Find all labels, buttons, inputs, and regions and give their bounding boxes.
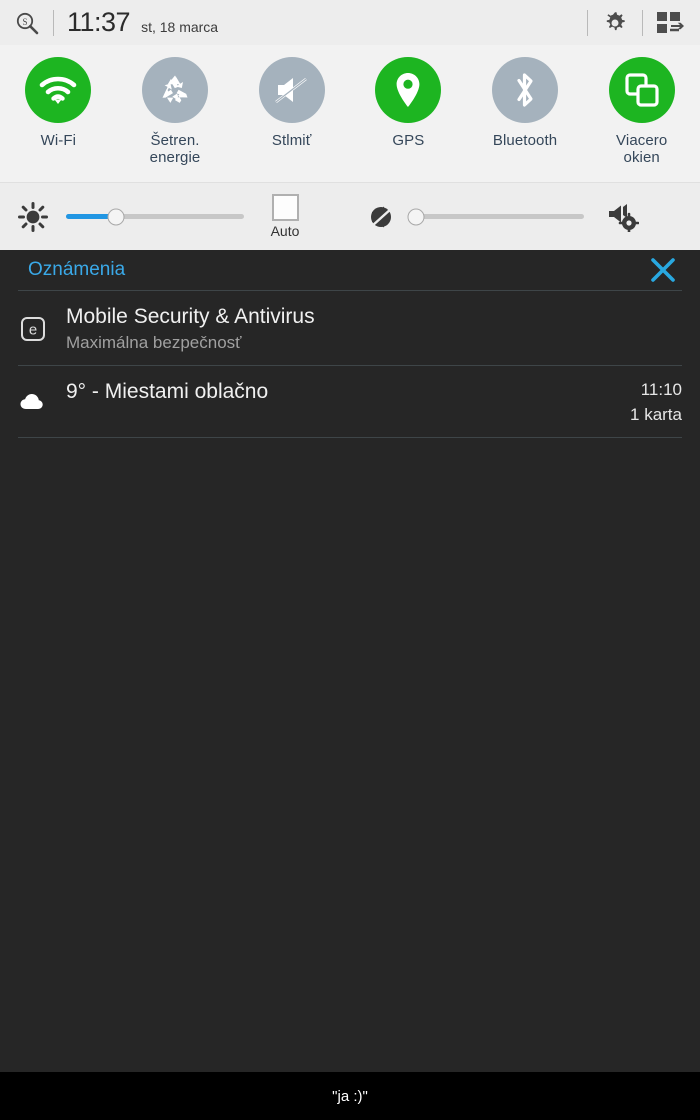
- close-x-icon[interactable]: [644, 251, 682, 289]
- toggle-power-saving-label: Šetren. energie: [149, 132, 201, 167]
- toggle-multi-window[interactable]: Viacero okien: [583, 57, 700, 167]
- wifi-icon: [40, 76, 77, 104]
- notification-item-weather[interactable]: 9° - Miestami oblačno 11:10 1 karta: [0, 366, 700, 437]
- notification-weather-meta: 11:10 1 karta: [630, 378, 682, 425]
- notification-shade-screen: S 11:37 st, 18 marca Wi-Fi Šetren. energ…: [0, 0, 700, 1120]
- status-date: st, 18 marca: [141, 18, 219, 35]
- sound-settings-icon[interactable]: [590, 202, 656, 232]
- toggle-gps[interactable]: GPS: [350, 57, 467, 149]
- brightness-group: Auto: [0, 194, 350, 239]
- toggle-gps-label: GPS: [392, 132, 425, 149]
- notification-empty-area: [0, 438, 700, 1072]
- volume-group: [350, 202, 700, 232]
- toggle-power-saving-circle: [142, 57, 208, 123]
- notification-weather-body: 9° - Miestami oblačno: [66, 378, 630, 405]
- status-clock: 11:37: [67, 7, 131, 37]
- status-divider-left: [53, 9, 54, 36]
- search-magnifier-icon[interactable]: S: [14, 10, 40, 36]
- svg-text:S: S: [22, 17, 27, 27]
- svg-text:e: e: [29, 322, 37, 339]
- multi-window-icon: [625, 73, 659, 107]
- toggle-mute-circle: [258, 57, 325, 123]
- quick-settings-grid-icon[interactable]: [656, 10, 686, 36]
- notification-weather-cards: 1 karta: [630, 405, 682, 425]
- notification-weather-title: 9° - Miestami oblačno: [66, 380, 269, 404]
- notification-panel: Oznámenia e Mobile Security & Antivirus …: [0, 250, 700, 1072]
- cloud-weather-icon: [0, 378, 66, 411]
- notification-security-subtitle: Maximálna bezpečnosť: [66, 333, 242, 353]
- toggle-gps-circle: [375, 57, 442, 123]
- power-saving-recycle-icon: [162, 75, 188, 103]
- notification-security-body: Mobile Security & Antivirus Maximálna be…: [66, 303, 682, 353]
- notification-weather-time: 11:10: [640, 380, 682, 400]
- toggle-bluetooth-circle: [492, 57, 559, 123]
- slider-row: Auto: [0, 182, 700, 250]
- bottom-bar-text: "ja :)": [332, 1087, 368, 1105]
- location-pin-icon: [396, 73, 420, 107]
- brightness-slider-thumb[interactable]: [107, 208, 125, 225]
- status-bar: S 11:37 st, 18 marca: [0, 0, 700, 45]
- status-bar-left: S 11:37 st, 18 marca: [14, 9, 218, 36]
- toggle-multi-window-circle: [608, 57, 675, 123]
- notification-item-security[interactable]: e Mobile Security & Antivirus Maximálna …: [0, 291, 700, 365]
- status-divider-right-2: [642, 9, 643, 36]
- brightness-auto-checkbox[interactable]: [271, 194, 299, 221]
- toggle-mute-label: Stlmiť: [271, 132, 312, 149]
- eset-security-icon: e: [0, 303, 66, 342]
- toggle-bluetooth-label: Bluetooth: [492, 132, 558, 149]
- toggle-power-saving[interactable]: Šetren. energie: [117, 57, 234, 167]
- brightness-auto-label: Auto: [270, 223, 300, 239]
- brightness-auto-control[interactable]: Auto: [250, 194, 320, 239]
- bluetooth-icon: [517, 73, 533, 107]
- volume-muted-icon: [350, 203, 416, 231]
- toggle-bluetooth[interactable]: Bluetooth: [467, 57, 584, 149]
- toggle-mute[interactable]: Stlmiť: [233, 57, 350, 149]
- volume-slider-thumb[interactable]: [407, 208, 425, 225]
- bottom-bar: "ja :)": [0, 1072, 700, 1120]
- notification-header-title: Oznámenia: [28, 259, 126, 280]
- gear-icon[interactable]: [601, 9, 629, 37]
- volume-slider[interactable]: [407, 208, 584, 225]
- status-bar-right: [574, 9, 686, 37]
- toggle-wifi-circle: [25, 57, 92, 123]
- mute-speaker-icon: [274, 77, 307, 104]
- quick-toggle-row: Wi-Fi Šetren. energie Stlmiť GPS Bluetoo…: [0, 45, 700, 182]
- brightness-slider[interactable]: [66, 208, 244, 225]
- notification-security-title: Mobile Security & Antivirus: [66, 305, 315, 328]
- notification-header: Oznámenia: [0, 250, 700, 290]
- toggle-wifi[interactable]: Wi-Fi: [0, 57, 117, 149]
- toggle-multi-window-label: Viacero okien: [616, 132, 668, 167]
- status-divider-right: [587, 9, 588, 36]
- brightness-sun-icon: [0, 201, 66, 232]
- toggle-wifi-label: Wi-Fi: [40, 132, 77, 149]
